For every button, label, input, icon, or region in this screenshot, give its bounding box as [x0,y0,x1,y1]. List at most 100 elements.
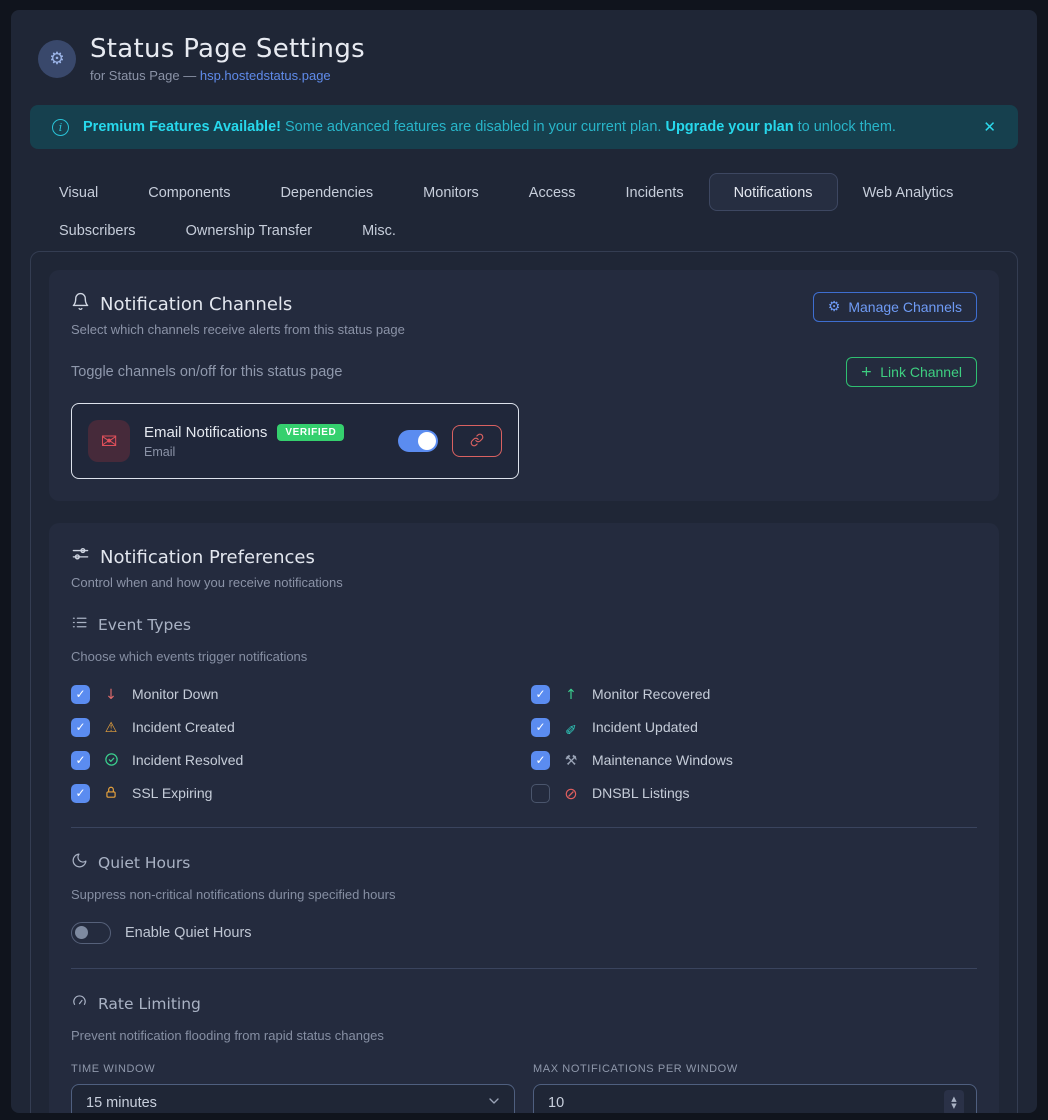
tab-misc[interactable]: Misc. [337,211,421,249]
toggle-knob [418,432,436,450]
max-notifications-input[interactable]: 10 ▲▼ [533,1084,977,1113]
event-label: Incident Updated [592,719,698,735]
manage-channels-button[interactable]: ⚙ Manage Channels [813,292,977,322]
link-icon [470,433,484,450]
toggle-hint-text: Toggle channels on/off for this status p… [71,364,342,380]
event-types-title-row: Event Types [71,614,977,635]
event-checkbox[interactable]: ✓ [531,751,550,770]
info-icon: i [52,119,69,136]
page-title: Status Page Settings [90,34,365,64]
event-type-monitor-down[interactable]: ✓ ↓ Monitor Down [71,684,531,704]
tab-incidents[interactable]: Incidents [601,173,709,211]
stepper-down-icon: ▼ [951,1103,956,1110]
time-window-value: 15 minutes [86,1095,157,1111]
tab-components[interactable]: Components [123,173,255,211]
preferences-card-title: Notification Preferences [100,547,315,568]
time-window-label: TIME WINDOW [71,1063,515,1075]
event-label: DNSBL Listings [592,785,690,801]
close-icon[interactable]: ✕ [979,114,1000,140]
event-label: SSL Expiring [132,785,212,801]
time-window-select[interactable]: 15 minutes [71,1084,515,1113]
event-label: Monitor Down [132,686,218,702]
settings-gear-badge: ⚙ [38,40,76,78]
chevron-down-icon [486,1093,502,1113]
max-notifications-value: 10 [548,1095,564,1111]
divider [71,968,977,969]
event-checkbox[interactable]: ✓ [71,784,90,803]
status-page-link[interactable]: hsp.hostedstatus.page [200,68,331,83]
event-label: Monitor Recovered [592,686,710,702]
event-label: Incident Created [132,719,235,735]
event-checkbox[interactable] [531,784,550,803]
preferences-card-title-row: Notification Preferences [71,545,977,569]
quiet-hours-subtitle: Suppress non-critical notifications duri… [71,887,977,902]
event-type-ssl-expiring[interactable]: ✓ SSL Expiring [71,783,531,803]
list-icon [71,614,88,635]
preferences-card-subtitle: Control when and how you receive notific… [71,575,977,590]
tools-icon: ⚒ [562,752,580,769]
event-type-incident-resolved[interactable]: ✓ Incident Resolved [71,750,531,770]
settings-panel: ⚙ Status Page Settings for Status Page —… [11,10,1037,1113]
manage-channels-label: Manage Channels [848,299,962,315]
warning-icon: ⚠ [102,719,120,736]
tab-notifications[interactable]: Notifications [709,173,838,211]
event-type-maintenance-windows[interactable]: ✓ ⚒ Maintenance Windows [531,750,991,770]
event-type-incident-updated[interactable]: ✓ ✎ Incident Updated [531,717,991,737]
email-channel-tile: ✉ [88,420,130,462]
tab-subscribers[interactable]: Subscribers [34,211,161,249]
rate-limiting-title: Rate Limiting [98,995,201,1013]
event-type-monitor-recovered[interactable]: ✓ ↑ Monitor Recovered [531,684,991,704]
check-circle-icon [102,752,120,768]
sliders-icon [71,545,90,569]
event-types-title: Event Types [98,616,191,634]
gauge-icon [71,993,88,1014]
quiet-hours-title-row: Quiet Hours [71,852,977,873]
tab-dependencies[interactable]: Dependencies [255,173,398,211]
email-channel-toggle[interactable] [398,430,438,452]
rate-limiting-section: Rate Limiting Prevent notification flood… [71,993,977,1113]
subtitle-text: for Status Page — [90,68,200,83]
tab-ownership-transfer[interactable]: Ownership Transfer [161,211,338,249]
rate-limiting-title-row: Rate Limiting [71,993,977,1014]
verified-badge: VERIFIED [277,424,344,441]
event-type-dnsbl-listings[interactable]: ⊘DNSBL Listings [531,783,991,803]
event-label: Maintenance Windows [592,752,733,768]
settings-tabs: VisualComponentsDependenciesMonitorsAcce… [34,173,994,249]
pencil-icon: ✎ [562,719,580,736]
banner-suffix: to unlock them. [794,119,896,135]
event-checkbox[interactable]: ✓ [71,718,90,737]
event-label: Incident Resolved [132,752,243,768]
event-checkbox[interactable]: ✓ [531,718,550,737]
link-channel-button[interactable]: + Link Channel [846,357,977,387]
channel-type: Email [144,445,344,459]
premium-banner: i Premium Features Available! Some advan… [30,105,1018,149]
tab-access[interactable]: Access [504,173,601,211]
plus-icon: + [861,364,873,380]
event-types-section: Event Types Choose which events trigger … [71,614,977,803]
quiet-hours-toggle[interactable] [71,922,111,944]
channel-name: Email Notifications [144,424,267,441]
quiet-hours-title: Quiet Hours [98,854,190,872]
upgrade-plan-link[interactable]: Upgrade your plan [665,119,793,135]
gear-icon: ⚙ [49,49,64,69]
banner-middle: Some advanced features are disabled in y… [281,119,665,135]
toggle-knob [75,926,88,939]
channels-card-title-row: Notification Channels [71,292,405,316]
number-stepper[interactable]: ▲▼ [944,1090,964,1113]
arrow-up-icon: ↑ [562,686,580,703]
event-checkbox[interactable]: ✓ [71,751,90,770]
divider [71,827,977,828]
tab-monitors[interactable]: Monitors [398,173,504,211]
page-header: ⚙ Status Page Settings for Status Page —… [30,26,1018,87]
event-type-incident-created[interactable]: ✓ ⚠ Incident Created [71,717,531,737]
event-checkbox[interactable]: ✓ [531,685,550,704]
tab-web-analytics[interactable]: Web Analytics [838,173,979,211]
bell-icon [71,292,90,316]
tab-visual[interactable]: Visual [34,173,123,211]
event-checkbox[interactable]: ✓ [71,685,90,704]
rate-limiting-subtitle: Prevent notification flooding from rapid… [71,1028,977,1043]
channel-link-button[interactable] [452,425,502,457]
arrow-down-icon: ↓ [102,686,120,703]
moon-icon [71,852,88,873]
notification-preferences-card: Notification Preferences Control when an… [49,523,999,1113]
